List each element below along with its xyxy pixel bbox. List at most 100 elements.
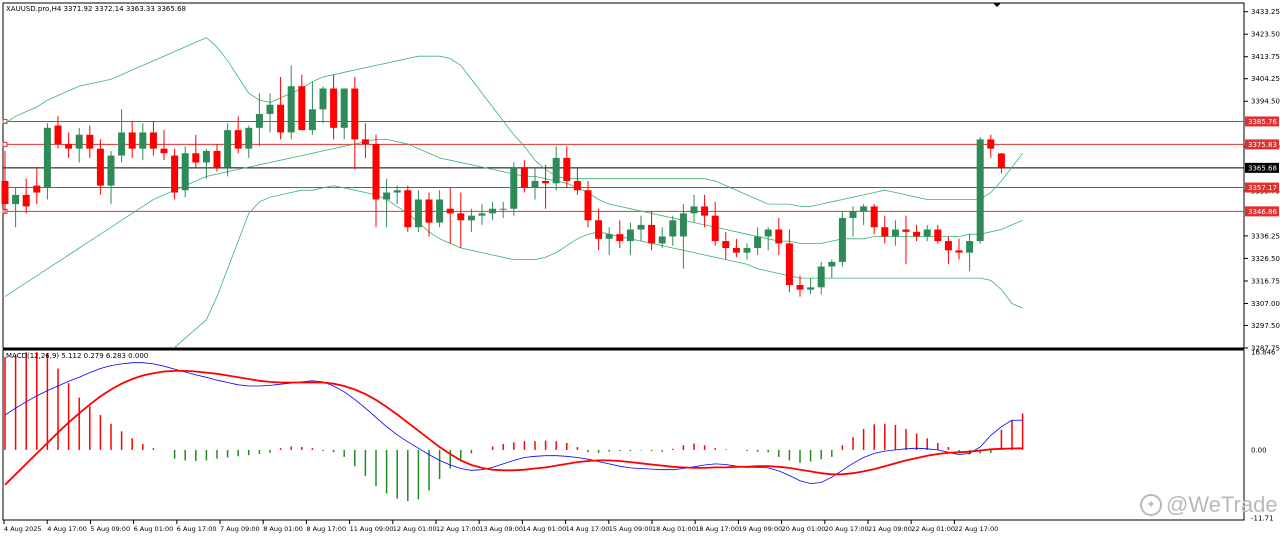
- watermark-text: @WeTrade: [1166, 492, 1278, 517]
- candle-body: [266, 104, 274, 114]
- time-axis-label: 19 Aug 09:00: [738, 525, 782, 533]
- macd-indicator-label: MACD(12,26,9) 5.112 0.279 6.283 0.000: [6, 352, 148, 360]
- candle-body: [478, 213, 486, 216]
- candle-body: [467, 215, 475, 221]
- candle-body: [287, 86, 295, 133]
- candle-body: [86, 134, 94, 149]
- candle-body: [118, 132, 126, 156]
- candle-body: [743, 248, 751, 253]
- candle-body: [732, 248, 740, 253]
- candle-body: [870, 206, 878, 228]
- candle-body: [785, 243, 793, 286]
- candle-body: [457, 213, 465, 221]
- candle-body: [563, 157, 571, 181]
- candle-body: [160, 148, 168, 154]
- candle-body: [690, 206, 698, 214]
- candle-body: [796, 285, 804, 290]
- candle-body: [923, 229, 931, 237]
- time-axis-label: 22 Aug 17:00: [954, 525, 998, 533]
- candle-body: [542, 180, 550, 184]
- price-label: 3385.76: [1248, 118, 1277, 126]
- candle-body: [679, 213, 687, 237]
- time-axis-label: 6 Aug 17:00: [177, 525, 217, 533]
- price-axis-label: 3423.50: [1251, 31, 1280, 39]
- candle-body: [65, 144, 73, 149]
- time-axis-label: 20 Aug 01:00: [782, 525, 826, 533]
- price-axis-label: 3297.50: [1251, 322, 1280, 330]
- candle-body: [902, 229, 910, 232]
- candle-body: [955, 250, 963, 253]
- candle[interactable]: [171, 148, 179, 200]
- candle-body: [446, 208, 454, 214]
- macd-pane[interactable]: [2, 349, 1245, 521]
- candle[interactable]: [510, 162, 518, 216]
- candle[interactable]: [404, 185, 412, 232]
- candle-body: [722, 241, 730, 249]
- candle-body: [54, 125, 62, 145]
- candle-body: [22, 194, 30, 207]
- candle-body: [944, 241, 952, 251]
- candle-body: [245, 127, 253, 149]
- candle-body: [701, 206, 709, 216]
- time-axis-label: 12 Aug 17:00: [436, 525, 480, 533]
- candle-body: [499, 208, 507, 210]
- candle-body: [361, 139, 369, 145]
- price-axis-label: 3404.25: [1251, 75, 1280, 83]
- candle-body: [213, 150, 221, 168]
- candle-body: [531, 180, 539, 188]
- candle-body: [139, 132, 147, 149]
- price-pane[interactable]: [2, 2, 1245, 349]
- candle-body: [351, 88, 359, 140]
- candle-body: [997, 153, 1005, 168]
- price-label: 3346.86: [1248, 208, 1277, 216]
- candle-body: [849, 211, 857, 218]
- candle-body: [171, 155, 179, 193]
- candle-body: [648, 224, 656, 244]
- time-axis-label: 21 Aug 09:00: [868, 525, 912, 533]
- price-axis-label: 3326.50: [1251, 255, 1280, 263]
- watermark: ✦ @WeTrade: [1140, 492, 1278, 518]
- candle-body: [976, 139, 984, 242]
- candle-body: [425, 199, 433, 223]
- candle[interactable]: [181, 146, 189, 198]
- candle[interactable]: [838, 211, 846, 267]
- time-axis-label: 12 Aug 01:00: [393, 525, 437, 533]
- time-axis-label: 8 Aug 01:00: [263, 525, 303, 533]
- trading-chart[interactable]: 3433.25 3423.50 3413.75 3404.25 3394.50 3375.…: [0, 0, 1280, 537]
- price-axis: 3433.25 3423.50 3413.75 3404.25 3394.50 3375.…: [1244, 8, 1280, 353]
- price-axis-label: 3413.75: [1251, 53, 1280, 61]
- time-axis-label: 18 Aug 17:00: [695, 525, 739, 533]
- time-axis-label: 18 Aug 01:00: [652, 525, 696, 533]
- candle-body: [149, 132, 157, 149]
- candle-body: [510, 167, 518, 209]
- price-label: 3375.83: [1248, 141, 1277, 149]
- candle-body: [298, 86, 306, 131]
- level-line-handle[interactable]: [2, 141, 8, 147]
- time-axis-label: 5 Aug 09:00: [90, 525, 130, 533]
- candle-body: [754, 236, 762, 249]
- candle-body: [12, 194, 20, 205]
- candle[interactable]: [976, 137, 984, 244]
- time-axis-label: 8 Aug 17:00: [306, 525, 346, 533]
- candle-body: [308, 109, 316, 131]
- candle-body: [605, 234, 613, 239]
- time-axis-label: 4 Aug 2025: [4, 525, 42, 533]
- candle-body: [711, 215, 719, 242]
- candle-body: [234, 130, 242, 149]
- candle-body: [202, 150, 210, 163]
- candle-body: [637, 224, 645, 230]
- candle-body: [1, 180, 9, 205]
- price-axis-label: 3394.50: [1251, 98, 1280, 106]
- candle-body: [436, 199, 444, 223]
- time-axis-label: 7 Aug 09:00: [220, 525, 260, 533]
- candle-body: [414, 199, 422, 228]
- candle-body: [913, 231, 921, 237]
- candle-body: [393, 190, 401, 193]
- candle-body: [595, 220, 603, 239]
- chart-window[interactable]: 3433.25 3423.50 3413.75 3404.25 3394.50 3375.…: [0, 0, 1280, 537]
- candle-body: [775, 229, 783, 244]
- candle-body: [340, 88, 348, 128]
- candle-body: [277, 104, 285, 133]
- candle-body: [573, 180, 581, 191]
- time-axis-label: 13 Aug 09:00: [479, 525, 523, 533]
